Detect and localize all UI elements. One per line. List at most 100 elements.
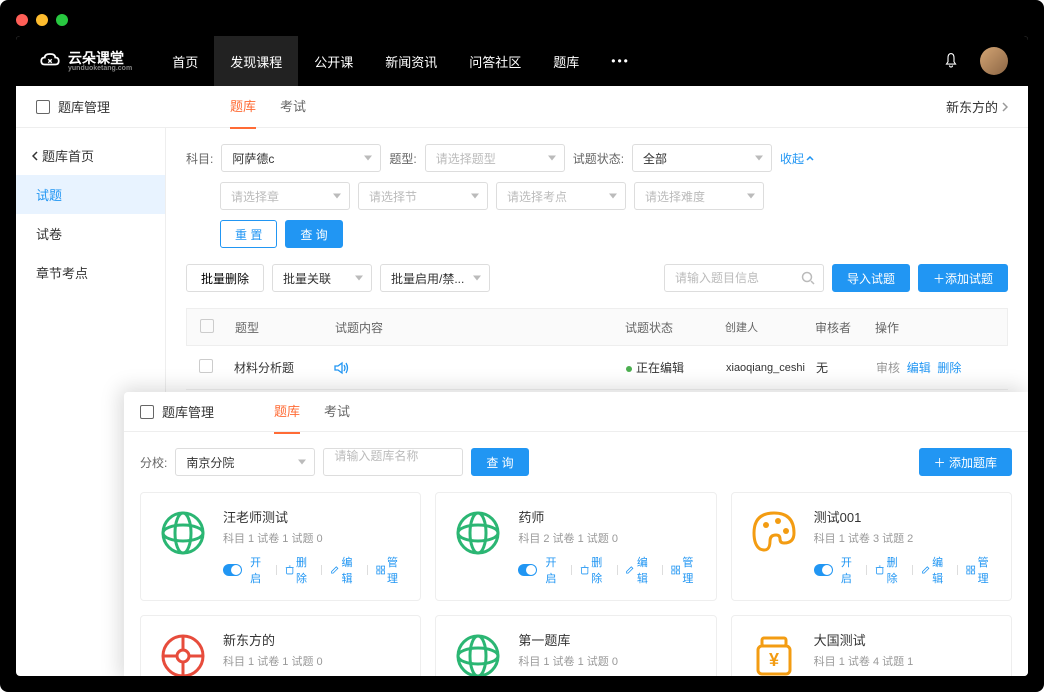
- sidebar-back-link[interactable]: 题库首页: [16, 136, 165, 175]
- card-icon: [157, 507, 209, 559]
- page-title: 题库管理: [58, 97, 110, 116]
- card-meta: 科目 1 试卷 1 试题 0: [223, 653, 404, 669]
- org-name: 新东方的: [946, 97, 998, 116]
- col-reviewer-header: 审核者: [807, 319, 867, 336]
- row-delete-link[interactable]: 删除: [937, 361, 961, 375]
- card-edit-link[interactable]: 编辑: [921, 554, 950, 586]
- overlay-window: 题库管理 题库考试 分校: 南京分院 查 询 ＋ 添加题库 汪老师测试 科目 1…: [124, 392, 1028, 676]
- status-select[interactable]: 全部: [632, 144, 772, 172]
- overlay-search-button[interactable]: 查 询: [471, 448, 528, 476]
- card-title: 大国测试: [814, 630, 995, 649]
- col-ops-header: 操作: [867, 319, 1007, 336]
- card-manage-link[interactable]: 管理: [671, 554, 700, 586]
- nav-more-icon[interactable]: •••: [595, 54, 646, 68]
- card-title: 汪老师测试: [223, 507, 404, 526]
- card-title: 测试001: [814, 507, 995, 526]
- row-review-link[interactable]: 审核: [876, 361, 900, 375]
- card-toggle[interactable]: [223, 564, 242, 576]
- sidebar-back-label: 题库首页: [42, 146, 94, 165]
- search-button[interactable]: 查 询: [285, 220, 342, 248]
- card-icon: [748, 507, 800, 559]
- col-status-header: 试题状态: [617, 319, 717, 336]
- notification-bell-icon[interactable]: [942, 52, 960, 70]
- sidebar-item[interactable]: 章节考点: [16, 253, 165, 292]
- svg-text:¥: ¥: [769, 650, 779, 670]
- bank-name-input[interactable]: [323, 448, 463, 476]
- collapse-filters-link[interactable]: 收起: [780, 150, 814, 167]
- type-select[interactable]: 请选择题型: [425, 144, 565, 172]
- nav-item[interactable]: 问答社区: [453, 36, 537, 86]
- reset-button[interactable]: 重 置: [220, 220, 277, 248]
- user-avatar[interactable]: [980, 47, 1008, 75]
- card-toggle-label: 开启: [841, 554, 859, 586]
- row-checkbox[interactable]: [199, 359, 213, 373]
- audio-icon[interactable]: [334, 361, 350, 375]
- sidebar-item[interactable]: 试题: [16, 175, 165, 214]
- col-content-header: 试题内容: [327, 319, 617, 336]
- select-all-checkbox[interactable]: [200, 319, 214, 333]
- overlay-sub-tab[interactable]: 考试: [324, 392, 350, 434]
- card-icon: [452, 630, 504, 676]
- nav-item[interactable]: 发现课程: [214, 36, 298, 86]
- logo[interactable]: 云朵课堂 yunduoketang.com: [36, 47, 132, 75]
- nav-item[interactable]: 公开课: [298, 36, 369, 86]
- card-delete-link[interactable]: 删除: [875, 554, 904, 586]
- page-icon: [36, 100, 50, 114]
- card-meta: 科目 2 试卷 1 试题 0: [518, 530, 699, 546]
- batch-delete-button[interactable]: 批量删除: [186, 264, 264, 292]
- section-select[interactable]: 请选择节: [358, 182, 488, 210]
- window-traffic-lights: [16, 14, 68, 26]
- table-header: 题型 试题内容 试题状态 创建人 审核者 操作: [186, 308, 1008, 346]
- card-title: 新东方的: [223, 630, 404, 649]
- cloud-logo-icon: [36, 47, 64, 75]
- point-select[interactable]: 请选择考点: [496, 182, 626, 210]
- difficulty-select[interactable]: 请选择难度: [634, 182, 764, 210]
- add-bank-button[interactable]: ＋ 添加题库: [919, 448, 1012, 476]
- batch-link-select[interactable]: 批量关联: [272, 264, 372, 292]
- logo-subtext: yunduoketang.com: [68, 65, 132, 72]
- overlay-sub-tab[interactable]: 题库: [274, 392, 300, 434]
- nav-item[interactable]: 题库: [537, 36, 595, 86]
- card-icon: [452, 507, 504, 559]
- sub-header: 题库管理 题库考试 新东方的: [16, 86, 1028, 128]
- card-meta: 科目 1 试卷 4 试题 1: [814, 653, 995, 669]
- chapter-select[interactable]: 请选择章: [220, 182, 350, 210]
- logo-text: 云朵课堂: [68, 51, 132, 65]
- card-delete-link[interactable]: 删除: [285, 554, 314, 586]
- page-icon: [140, 405, 154, 419]
- col-creator-header: 创建人: [717, 319, 807, 335]
- add-question-button[interactable]: ＋添加试题: [918, 264, 1008, 292]
- sub-tab[interactable]: 题库: [230, 84, 256, 129]
- card-edit-link[interactable]: 编辑: [330, 554, 359, 586]
- close-window-icon[interactable]: [16, 14, 28, 26]
- card-icon: [157, 630, 209, 676]
- card-delete-link[interactable]: 删除: [580, 554, 609, 586]
- nav-item[interactable]: 新闻资讯: [369, 36, 453, 86]
- row-edit-link[interactable]: 编辑: [907, 361, 931, 375]
- sub-tab[interactable]: 考试: [280, 84, 306, 129]
- batch-toggle-select[interactable]: 批量启用/禁...: [380, 264, 490, 292]
- card-toggle[interactable]: [814, 564, 833, 576]
- minimize-window-icon[interactable]: [36, 14, 48, 26]
- bank-card: 第一题库 科目 1 试卷 1 试题 0 开启 删除 编辑 管理: [435, 615, 716, 676]
- row-reviewer: 无: [808, 359, 868, 376]
- branch-select[interactable]: 南京分院: [175, 448, 315, 476]
- bank-card: 药师 科目 2 试卷 1 试题 0 开启 删除 编辑 管理: [435, 492, 716, 601]
- chevron-up-icon: [806, 156, 814, 161]
- card-manage-link[interactable]: 管理: [966, 554, 995, 586]
- sidebar-item[interactable]: 试卷: [16, 214, 165, 253]
- card-toggle-label: 开启: [545, 554, 563, 586]
- card-toggle[interactable]: [518, 564, 537, 576]
- col-type-header: 题型: [227, 319, 327, 336]
- card-manage-link[interactable]: 管理: [376, 554, 405, 586]
- card-edit-link[interactable]: 编辑: [625, 554, 654, 586]
- table-row: 材料分析题 正在编辑 xiaoqiang_ceshi 无 审核 编辑 删除: [186, 346, 1008, 390]
- nav-item[interactable]: 首页: [156, 36, 214, 86]
- status-filter-label: 试题状态:: [573, 150, 624, 167]
- import-button[interactable]: 导入试题: [832, 264, 910, 292]
- row-status: 正在编辑: [636, 361, 684, 375]
- question-search-input[interactable]: [664, 264, 824, 292]
- bank-card: 新东方的 科目 1 试卷 1 试题 0 开启 删除 编辑 管理: [140, 615, 421, 676]
- subject-select[interactable]: 阿萨德c: [221, 144, 381, 172]
- maximize-window-icon[interactable]: [56, 14, 68, 26]
